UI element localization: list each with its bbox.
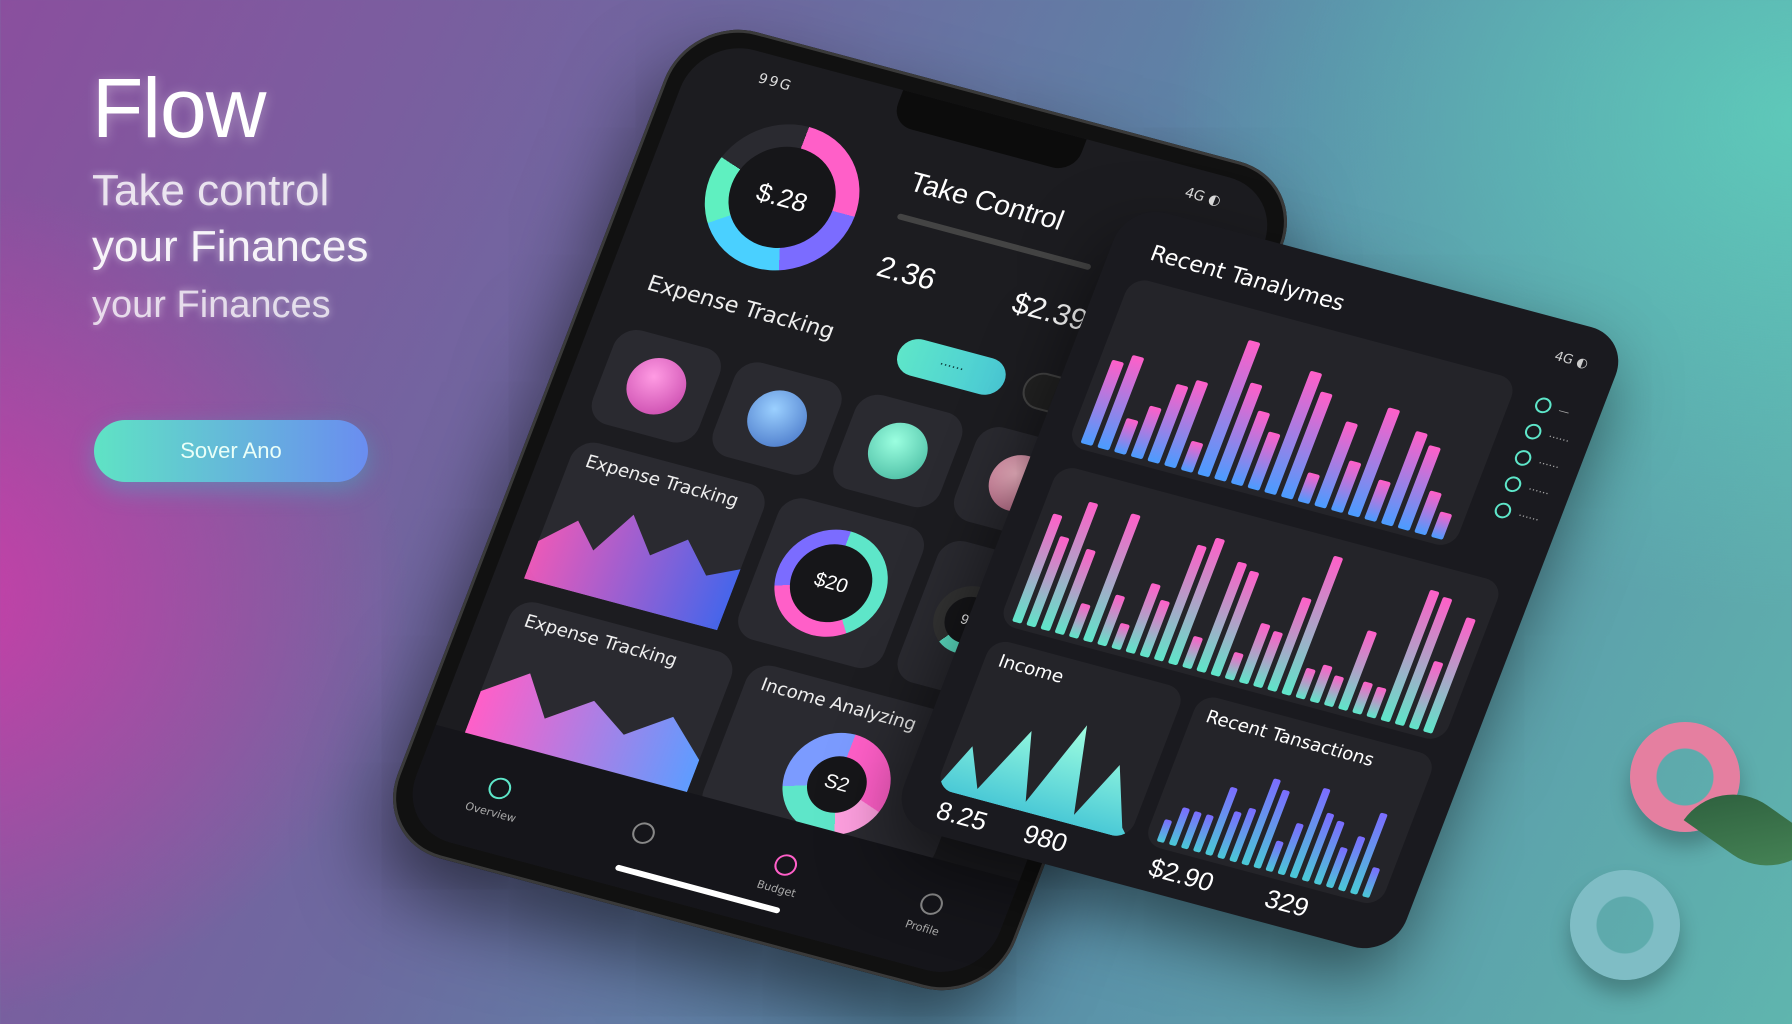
legend-label: ······ — [1516, 508, 1542, 527]
stat-1: 2.36 — [872, 250, 941, 297]
legend-dot — [1492, 500, 1514, 521]
home-icon — [485, 774, 515, 802]
tagline-line-3: your Finances — [92, 284, 331, 326]
legend-label: — — [1556, 403, 1572, 419]
legend-dot — [1512, 448, 1534, 468]
decor-ring-teal — [1570, 870, 1680, 980]
category-tile-1[interactable] — [585, 325, 728, 448]
chart-legend: — ······ ······ ······ ······ — [1492, 395, 1582, 528]
legend-item[interactable]: ······ — [1502, 474, 1552, 502]
p2-status-bar: 4G ◐ — [1552, 349, 1591, 372]
category-tile-3[interactable] — [826, 389, 969, 513]
summary-value-2: 980 — [1019, 818, 1072, 858]
gauge-ring: $20 — [758, 517, 905, 650]
status-bar-right: 4G ◐ — [1182, 184, 1224, 210]
category-icon-2 — [738, 383, 816, 454]
gauge-value: $20 — [778, 535, 885, 632]
tagline-line-1: Take control — [92, 166, 330, 215]
legend-item[interactable]: ······ — [1522, 422, 1572, 449]
legend-dot — [1532, 395, 1554, 415]
tab-profile-label: Profile — [903, 917, 942, 939]
gauge-card[interactable]: $20 — [731, 493, 931, 674]
primary-pill-button[interactable]: ······ — [891, 334, 1012, 400]
phone-icon — [628, 819, 659, 847]
budget-icon — [771, 851, 801, 878]
tab-profile[interactable]: Profile — [904, 889, 953, 938]
balance-donut-value: $.28 — [713, 135, 852, 260]
profile-icon — [916, 890, 947, 917]
legend-item[interactable]: ······ — [1492, 500, 1542, 528]
tab-budget[interactable]: Budget — [755, 849, 809, 900]
bar — [1157, 819, 1172, 843]
category-tile-2[interactable] — [705, 357, 849, 480]
balance-donut[interactable]: $.28 — [682, 107, 882, 288]
hero: Flow Take control your Finances your Fin… — [92, 60, 552, 333]
income-card-title: Income Analyzing — [757, 674, 920, 736]
income-panel-title: Income — [995, 650, 1067, 688]
tab-calls[interactable] — [626, 819, 659, 854]
summary-value-4: 329 — [1260, 883, 1314, 923]
income-donut-value: S2 — [798, 749, 876, 819]
notch — [890, 90, 1087, 174]
legend-dot — [1502, 474, 1524, 494]
status-bar-left: 99G — [755, 70, 795, 95]
category-icon-1 — [617, 351, 695, 421]
bar — [1431, 511, 1452, 540]
legend-label: ······ — [1526, 482, 1552, 500]
brand-title: Flow — [92, 61, 266, 155]
legend-label: ······ — [1546, 429, 1572, 448]
legend-item[interactable]: ······ — [1512, 448, 1562, 475]
cta-button[interactable]: Sover Ano — [94, 420, 368, 482]
legend-label: ······ — [1536, 455, 1562, 474]
legend-dot — [1522, 422, 1544, 442]
summary-value-1: 8.25 — [932, 795, 992, 837]
tab-overview-label: Overview — [463, 799, 519, 825]
tab-budget-label: Budget — [755, 877, 799, 900]
section-expense-tracking: Expense Tracking — [643, 271, 838, 345]
tab-overview[interactable]: Overview — [463, 771, 529, 825]
category-icon-3 — [859, 416, 937, 486]
expense-chart-card[interactable]: Expense Tracking — [523, 437, 772, 631]
legend-item[interactable]: — — [1532, 395, 1582, 423]
bar — [1111, 623, 1130, 650]
tagline-line-2: your Finances — [92, 222, 369, 271]
